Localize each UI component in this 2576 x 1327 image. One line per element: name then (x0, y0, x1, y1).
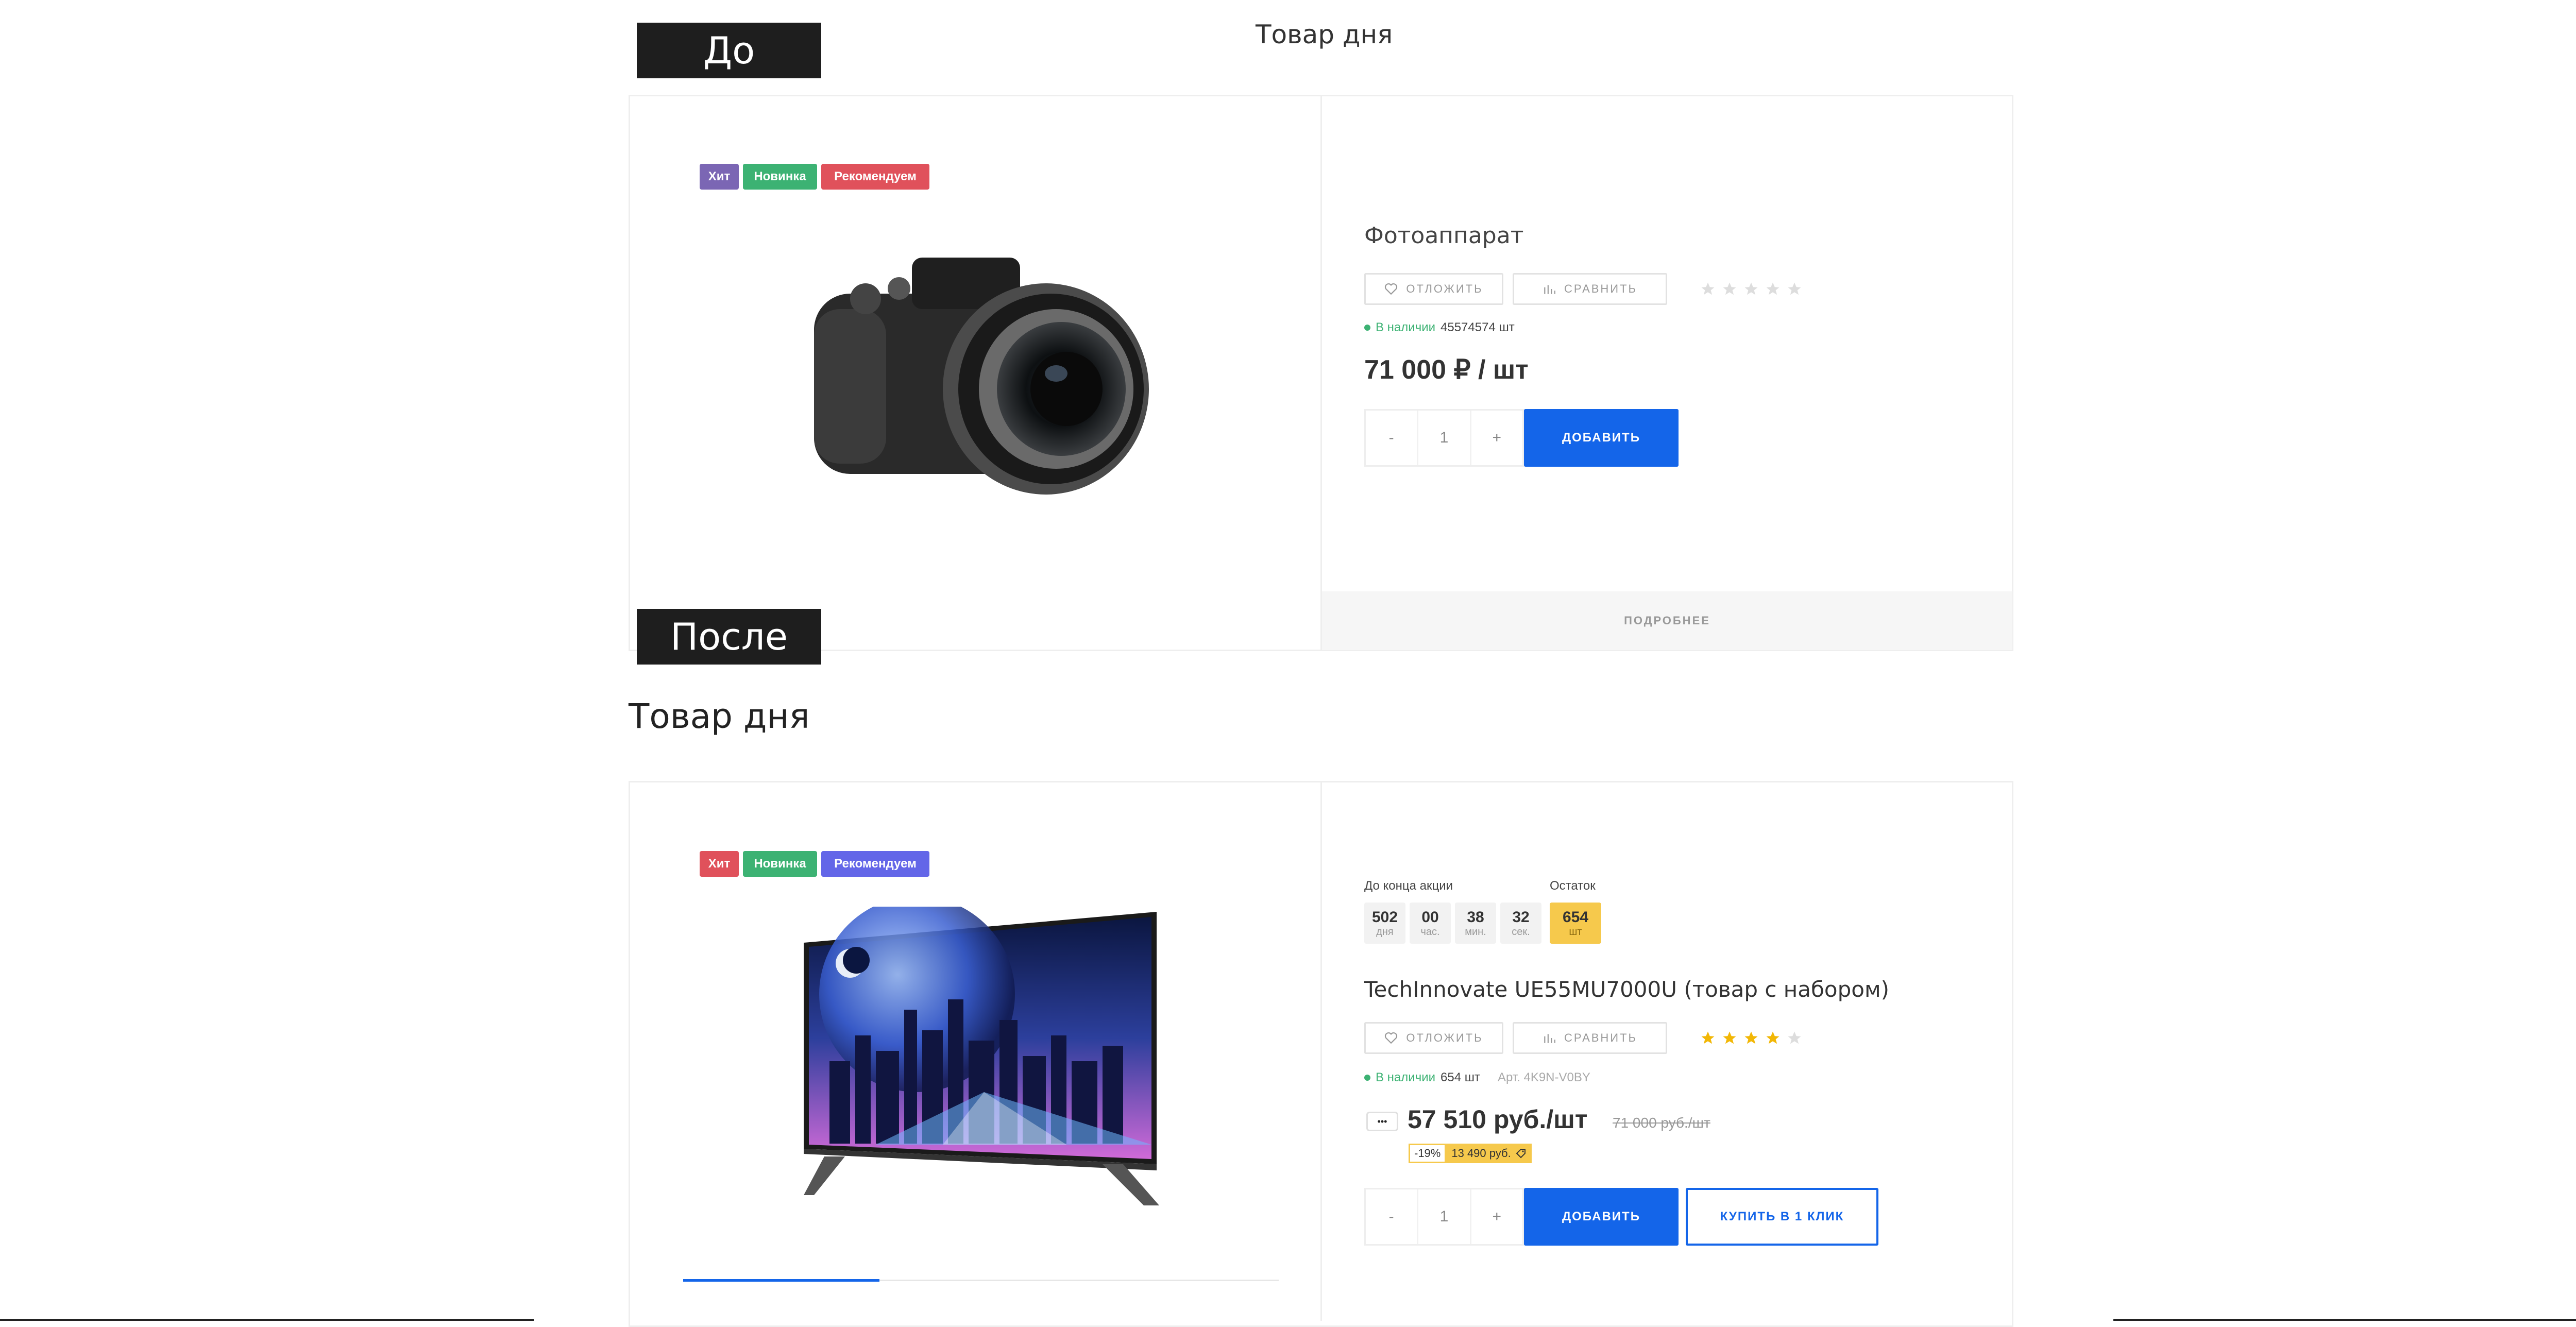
price-after: 57 510 руб./шт (1408, 1105, 1588, 1134)
stock-label: В наличии (1376, 1070, 1436, 1084)
stock-value: 45574574 шт (1440, 320, 1515, 334)
saving-value: 13 490 руб. (1451, 1147, 1511, 1160)
price-before: 71 000 ₽ / шт (1364, 355, 1529, 385)
countdown-timer: 502 дня 00 час. 38 мин. 32 сек. (1364, 903, 1541, 944)
stock-status-after: В наличии 654 шт Арт. 4K9N-V0BY (1364, 1070, 1590, 1085)
remaining-stock-badge: 654 шт (1550, 903, 1601, 944)
defer-label: ОТЛОЖИТЬ (1406, 282, 1483, 295)
add-to-cart-button-after[interactable]: ДОБАВИТЬ (1524, 1188, 1679, 1246)
price-options-button[interactable]: ••• (1366, 1112, 1398, 1131)
section-title-before: Товар дня (1256, 20, 1393, 49)
card-divider (1320, 781, 1322, 1321)
timer-label: До конца акции (1364, 879, 1453, 893)
card-divider (1320, 95, 1322, 651)
defer-button-before[interactable]: ОТЛОЖИТЬ (1364, 273, 1503, 305)
qty-value[interactable]: 1 (1417, 1189, 1471, 1244)
star-icon[interactable] (1722, 1030, 1737, 1046)
qty-value[interactable]: 1 (1417, 411, 1471, 465)
camera-image[interactable] (809, 247, 1159, 495)
heart-icon (1385, 1032, 1398, 1044)
gallery-progress-fill[interactable] (683, 1279, 880, 1282)
star-icon[interactable] (1722, 281, 1737, 297)
badge-recommended: Рекомендуем (821, 164, 929, 190)
timer-seconds: 32 сек. (1500, 903, 1541, 944)
stock-dot (1364, 1075, 1370, 1081)
section-title-after: Товар дня (629, 696, 810, 736)
quantity-stepper-after[interactable]: - 1 + (1364, 1188, 1524, 1246)
more-details-button[interactable]: ПОДРОБНЕЕ (1322, 591, 2012, 650)
star-icon[interactable] (1765, 1030, 1781, 1046)
compare-label: СРАВНИТЬ (1564, 282, 1637, 295)
dots-icon: ••• (1377, 1116, 1387, 1127)
more-label: ПОДРОБНЕЕ (1624, 614, 1710, 627)
star-icon[interactable] (1743, 1030, 1759, 1046)
discount-info: -19% 13 490 руб. (1409, 1144, 1532, 1163)
bottom-edge-right (2113, 1319, 2576, 1321)
discount-badge: -19% (1409, 1144, 1447, 1163)
badge-new: Новинка (743, 164, 817, 190)
compare-button-before[interactable]: СРАВНИТЬ (1513, 273, 1667, 305)
timer-days: 502 дня (1364, 903, 1405, 944)
article-number: Арт. 4K9N-V0BY (1497, 1070, 1590, 1084)
bottom-edge-left (0, 1319, 534, 1321)
qty-minus-button[interactable]: - (1366, 1189, 1417, 1244)
tag-icon (1516, 1149, 1526, 1159)
tv-image[interactable] (799, 907, 1190, 1211)
bar-chart-icon (1544, 1034, 1555, 1043)
badges-after: Хит Новинка Рекомендуем (700, 851, 929, 877)
badge-hit: Хит (700, 164, 739, 190)
star-icon[interactable] (1787, 281, 1802, 297)
old-price: 71 000 руб./шт (1613, 1115, 1710, 1131)
qty-plus-button[interactable]: + (1471, 1189, 1522, 1244)
badges-before: Хит Новинка Рекомендуем (700, 164, 929, 190)
stock-status-before: В наличии 45574574 шт (1364, 320, 1515, 335)
qty-minus-button[interactable]: - (1366, 411, 1417, 465)
rating-stars-after[interactable] (1700, 1030, 1802, 1046)
defer-button-after[interactable]: ОТЛОЖИТЬ (1364, 1022, 1503, 1054)
rating-stars-before[interactable] (1700, 281, 1802, 297)
buy-one-click-button[interactable]: КУПИТЬ В 1 КЛИК (1686, 1188, 1878, 1246)
label-before-text: До (703, 29, 755, 72)
qty-plus-button[interactable]: + (1471, 411, 1522, 465)
bar-chart-icon (1544, 285, 1555, 294)
label-after-text: После (670, 615, 788, 658)
star-icon[interactable] (1700, 1030, 1716, 1046)
heart-icon (1385, 283, 1398, 295)
product-name-before[interactable]: Фотоаппарат (1364, 223, 1523, 249)
remaining-label: Остаток (1550, 879, 1596, 893)
quantity-stepper-before[interactable]: - 1 + (1364, 409, 1524, 467)
stock-label: В наличии (1376, 320, 1436, 334)
badge-new: Новинка (743, 851, 817, 877)
compare-label: СРАВНИТЬ (1564, 1031, 1637, 1044)
product-name-after[interactable]: TechInnovate UE55MU7000U (товар с наборо… (1364, 977, 1889, 1002)
buy-one-click-label: КУПИТЬ В 1 КЛИК (1720, 1210, 1844, 1223)
star-icon[interactable] (1765, 281, 1781, 297)
badge-hit: Хит (700, 851, 739, 877)
label-after: После (637, 609, 821, 665)
saving-badge: 13 490 руб. (1446, 1144, 1532, 1163)
stock-dot (1364, 325, 1370, 331)
stock-value: 654 шт (1440, 1070, 1480, 1084)
defer-label: ОТЛОЖИТЬ (1406, 1031, 1483, 1044)
timer-hours: 00 час. (1410, 903, 1451, 944)
star-icon[interactable] (1743, 281, 1759, 297)
badge-recommended: Рекомендуем (821, 851, 929, 877)
label-before: До (637, 23, 821, 78)
add-label: ДОБАВИТЬ (1562, 431, 1640, 445)
timer-minutes: 38 мин. (1455, 903, 1496, 944)
add-label: ДОБАВИТЬ (1562, 1210, 1640, 1223)
add-to-cart-button-before[interactable]: ДОБАВИТЬ (1524, 409, 1679, 467)
compare-button-after[interactable]: СРАВНИТЬ (1513, 1022, 1667, 1054)
star-icon[interactable] (1787, 1030, 1802, 1046)
star-icon[interactable] (1700, 281, 1716, 297)
